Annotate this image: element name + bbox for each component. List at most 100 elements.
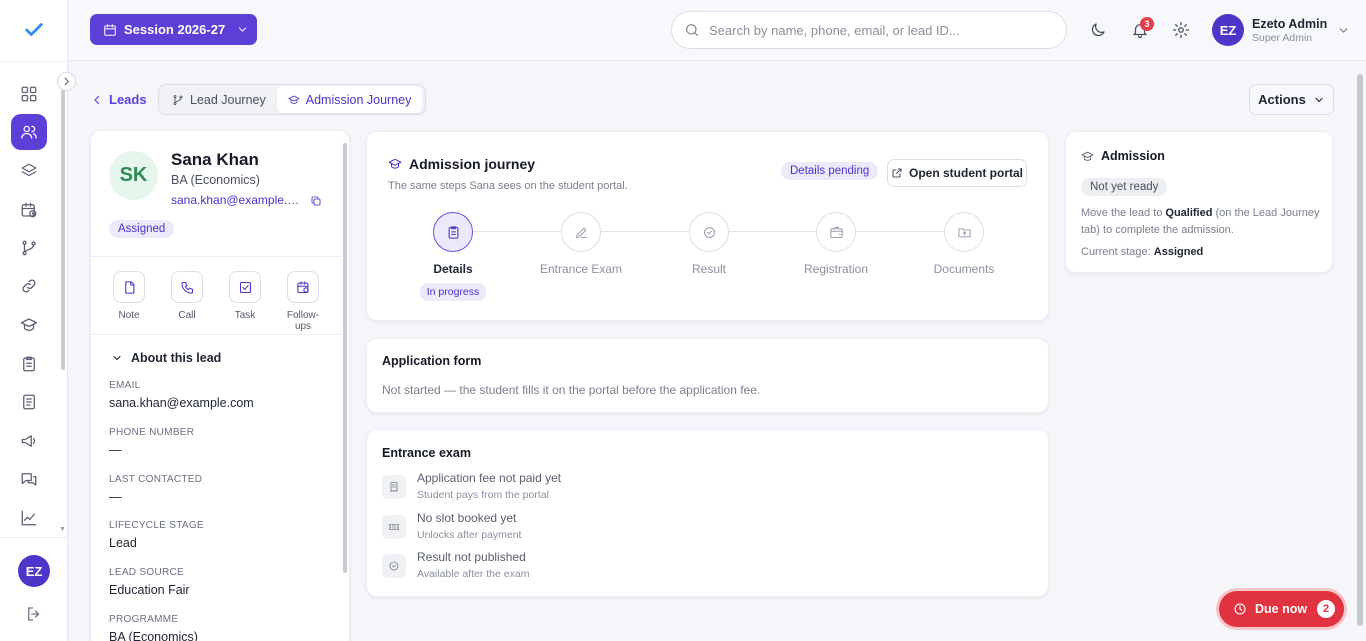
lead-profile-card: SK Sana Khan BA (Economics) sana.khan@ex… — [90, 130, 350, 641]
step-documents[interactable]: Documents — [904, 212, 1024, 276]
check-circle-icon — [689, 212, 729, 252]
chevron-down-icon — [1340, 27, 1348, 33]
copy-icon[interactable] — [310, 195, 322, 207]
logout-icon[interactable] — [25, 605, 43, 623]
section-text: Not started — the student fills it on th… — [382, 383, 761, 397]
exam-item-slot: No slot booked yet Unlocks after payment — [382, 511, 521, 541]
step-label: Registration — [803, 262, 869, 276]
wallet-icon — [816, 212, 856, 252]
step-label: Entrance Exam — [539, 262, 623, 276]
step-entrance-exam[interactable]: Entrance Exam — [521, 212, 641, 276]
field-email: EMAIL sana.khan@example.com — [109, 380, 254, 410]
step-result[interactable]: Result — [649, 212, 769, 276]
field-label: LEAD SOURCE — [109, 567, 184, 578]
current-stage-value: Assigned — [1153, 246, 1204, 258]
pencil-icon — [561, 212, 601, 252]
scroll-down-arrow-icon[interactable]: ▼ — [59, 526, 66, 533]
admission-title-text: Admission — [1101, 149, 1165, 163]
search-box[interactable] — [671, 11, 1067, 49]
field-lead-source: LEAD SOURCE Education Fair — [109, 567, 190, 597]
exam-item-subtitle: Available after the exam — [417, 568, 530, 580]
quick-action-task[interactable]: Task — [221, 271, 269, 321]
tab-label: Lead Journey — [190, 92, 266, 107]
user-menu[interactable]: EZ Ezeto Admin Super Admin — [1212, 14, 1350, 46]
quick-action-call[interactable]: Call — [163, 271, 211, 321]
tab-label: Admission Journey — [305, 92, 412, 107]
tab-admission-journey[interactable]: Admission Journey — [276, 86, 423, 113]
sidebar-divider — [0, 537, 67, 538]
field-value: — — [109, 490, 122, 504]
open-student-portal-button[interactable]: Open student portal — [887, 159, 1027, 187]
megaphone-icon[interactable] — [11, 423, 47, 459]
actions-button[interactable]: Actions — [1249, 84, 1334, 115]
section-title: Entrance exam — [382, 446, 471, 460]
search-input[interactable] — [709, 22, 1049, 38]
chevron-down-icon — [238, 27, 247, 32]
tab-lead-journey[interactable]: Lead Journey — [161, 86, 277, 113]
step-details[interactable]: Details In progress — [393, 212, 513, 301]
dark-mode-moon-icon[interactable] — [1089, 21, 1107, 39]
field-value: Lead — [109, 536, 137, 550]
layers-icon[interactable] — [11, 153, 47, 189]
section-title: Application form — [382, 354, 482, 368]
field-value: sana.khan@example.com — [109, 396, 254, 410]
due-now-button[interactable]: Due now 2 — [1219, 591, 1344, 627]
field-lifecycle-stage: LIFECYCLE STAGE Lead — [109, 520, 204, 550]
settings-gear-icon[interactable] — [1172, 21, 1190, 39]
git-branch-icon[interactable] — [11, 230, 47, 266]
users-icon[interactable] — [11, 114, 47, 150]
due-count-badge: 2 — [1317, 600, 1336, 618]
check-circle-icon — [382, 554, 406, 578]
field-last-contacted: LAST CONTACTED — — [109, 474, 202, 504]
sidebar-avatar[interactable]: EZ — [18, 555, 50, 587]
link-icon[interactable] — [11, 268, 47, 304]
calendar-clock-icon[interactable] — [11, 192, 47, 228]
chevron-left-icon — [94, 95, 100, 104]
note-icon — [113, 271, 145, 303]
field-value: — — [109, 443, 122, 457]
graduation-cap-icon[interactable] — [11, 307, 47, 343]
field-label: PHONE NUMBER — [109, 427, 195, 438]
lead-email-link[interactable]: sana.khan@example.com — [171, 193, 301, 207]
step-registration[interactable]: Registration — [776, 212, 896, 276]
calendar-icon — [104, 23, 116, 36]
about-heading: About this lead — [131, 351, 222, 365]
ticket-icon — [382, 515, 406, 539]
clock-icon — [1234, 603, 1246, 615]
step-label: Documents — [933, 262, 995, 276]
exam-item-result: Result not published Available after the… — [382, 550, 529, 580]
about-section-toggle[interactable]: About this lead — [111, 351, 221, 365]
app-logo-check-icon[interactable] — [23, 19, 45, 41]
graduation-cap-icon — [388, 158, 402, 169]
quick-action-label: Note — [118, 310, 140, 321]
lead-card-scrollbar[interactable] — [343, 143, 347, 573]
session-selector-button[interactable]: Session 2026-27 — [90, 14, 257, 45]
exam-item-title: No slot booked yet — [417, 511, 517, 525]
back-to-leads-link[interactable]: Leads — [91, 92, 147, 107]
clipboard-icon[interactable] — [11, 346, 47, 382]
step-label: Details — [433, 262, 473, 276]
lead-programme: BA (Economics) — [171, 173, 260, 187]
chart-icon[interactable] — [11, 500, 47, 536]
lead-avatar: SK — [109, 151, 158, 200]
current-stage-label: Current stage: — [1081, 246, 1154, 258]
sidebar-collapse-button[interactable] — [57, 72, 76, 91]
journey-title-text: Admission journey — [409, 156, 536, 172]
chevron-down-icon — [1315, 97, 1323, 102]
field-phone: PHONE NUMBER — — [109, 427, 194, 457]
graduation-cap-icon — [288, 95, 300, 104]
quick-action-follow-ups[interactable]: Follow-ups — [279, 271, 327, 332]
dashboard-grid-icon[interactable] — [11, 76, 47, 112]
document-icon[interactable] — [11, 384, 47, 420]
lead-status-badge: Assigned — [109, 220, 175, 238]
admission-description: Move the lead to Qualified (on the Lead … — [1081, 205, 1321, 239]
admission-card: Admission Not yet ready Move the lead to… — [1065, 131, 1333, 273]
sidebar-scrollbar[interactable] — [61, 90, 65, 370]
chat-icon[interactable] — [11, 461, 47, 497]
folder-upload-icon — [944, 212, 984, 252]
field-label: EMAIL — [109, 380, 141, 391]
admission-title: Admission — [1081, 149, 1165, 163]
quick-action-note[interactable]: Note — [105, 271, 153, 321]
page-scrollbar[interactable] — [1357, 74, 1363, 626]
admission-text-part: Move the lead to — [1081, 207, 1166, 219]
